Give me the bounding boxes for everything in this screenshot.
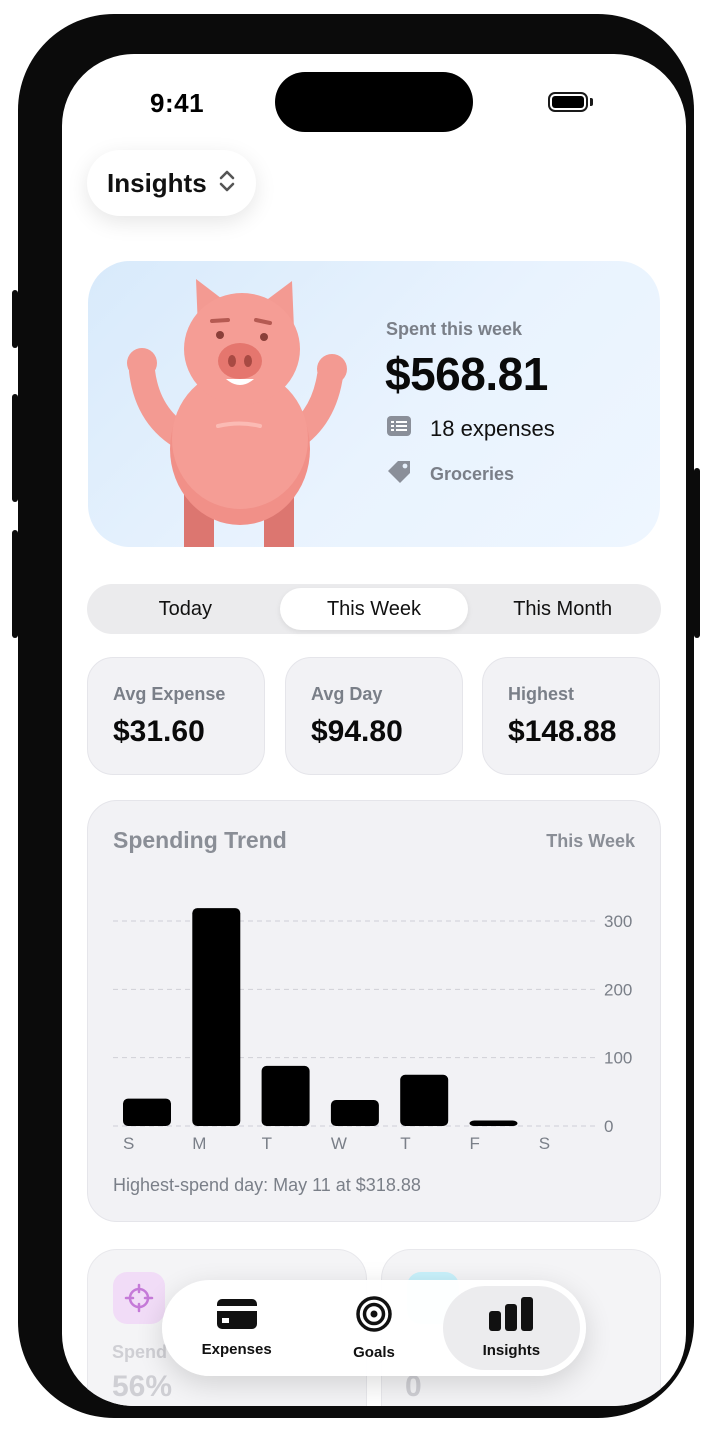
hero-caption: Spent this week [386, 319, 523, 339]
pig-mascot-illustration [127, 279, 347, 547]
expense-count-row: 18 expenses [386, 415, 555, 442]
top-category-row: Groceries [386, 459, 514, 490]
peek-card-value: 56% [112, 1370, 173, 1403]
stat-value: $148.88 [508, 715, 617, 748]
screen: 9:41 Insights Spent this week $568.81 18… [62, 54, 686, 1406]
action-button [12, 290, 18, 348]
card-icon [216, 1298, 258, 1335]
stat-label: Highest [508, 684, 575, 704]
list-icon [386, 415, 412, 442]
segment-this-week[interactable]: This Week [279, 588, 469, 630]
stat-card-avg-day: Avg Day $94.80 [285, 657, 463, 775]
y-tick-label: 200 [604, 980, 632, 999]
tab-insights[interactable]: Insights [442, 1286, 580, 1370]
crosshair-icon [113, 1272, 165, 1324]
volume-up-button [12, 394, 18, 502]
weekly-summary-card: Spent this week $568.81 18 expenses Groc… [88, 261, 660, 547]
phone-frame: 9:41 Insights Spent this week $568.81 18… [12, 14, 700, 1418]
y-tick-label: 100 [604, 1049, 632, 1068]
page-title: Insights [107, 167, 207, 198]
spending-trend-card: Spending Trend This Week 0 100 200 300 S M T W T… [87, 800, 661, 1222]
bar-2 [261, 1065, 310, 1126]
power-button [694, 468, 700, 638]
x-tick-label: S [123, 1134, 134, 1153]
tab-label: Expenses [201, 1341, 272, 1358]
segment-today[interactable]: Today [91, 588, 280, 630]
y-tick-label: 300 [604, 912, 632, 931]
tab-label: Insights [482, 1342, 541, 1359]
battery-icon [548, 92, 588, 112]
period-segmented-control: Today This Week This Month [87, 584, 661, 634]
chevron-up-down-icon [219, 169, 235, 198]
status-time: 9:41 [150, 88, 205, 118]
stat-card-highest: Highest $148.88 [482, 657, 660, 775]
bar-5 [469, 1120, 518, 1126]
top-category: Groceries [430, 464, 515, 484]
stat-label: Avg Day [311, 684, 383, 704]
tag-icon [386, 459, 412, 490]
chart-footer: Highest-spend day: May 11 at $318.88 [113, 1175, 421, 1195]
x-tick-label: S [539, 1134, 550, 1153]
x-tick-label: T [262, 1134, 272, 1153]
bar-3 [330, 1100, 379, 1126]
dynamic-island [275, 72, 473, 132]
tab-expenses[interactable]: Expenses [168, 1286, 305, 1370]
tab-label: Goals [353, 1344, 395, 1361]
expense-count: 18 expenses [430, 415, 555, 441]
stat-card-avg-expense: Avg Expense $31.60 [87, 657, 265, 775]
x-tick-label: T [400, 1134, 410, 1153]
target-icon [355, 1295, 393, 1338]
x-tick-label: M [192, 1134, 206, 1153]
tab-bar: Expenses Goals Insights [162, 1280, 586, 1376]
x-tick-label: W [331, 1134, 347, 1153]
stat-value: $94.80 [311, 715, 403, 748]
bar-0 [123, 1098, 171, 1126]
bar-4 [400, 1074, 449, 1126]
stat-label: Avg Expense [113, 684, 226, 704]
stat-value: $31.60 [113, 715, 205, 748]
tab-goals[interactable]: Goals [305, 1286, 442, 1370]
peek-card-label: Spend [112, 1342, 168, 1362]
battery-nub [590, 98, 593, 106]
view-switcher-button[interactable]: Insights [87, 150, 256, 216]
bar-1 [192, 908, 241, 1126]
x-tick-label: F [470, 1134, 480, 1153]
spending-trend-chart: 0 100 200 300 S M T W T F S [113, 908, 632, 1153]
segment-this-month[interactable]: This Month [468, 588, 657, 630]
weekly-total-amount: $568.81 [385, 348, 548, 400]
volume-down-button [12, 530, 18, 638]
chart-icon [488, 1297, 534, 1336]
y-tick-label: 0 [604, 1117, 613, 1136]
